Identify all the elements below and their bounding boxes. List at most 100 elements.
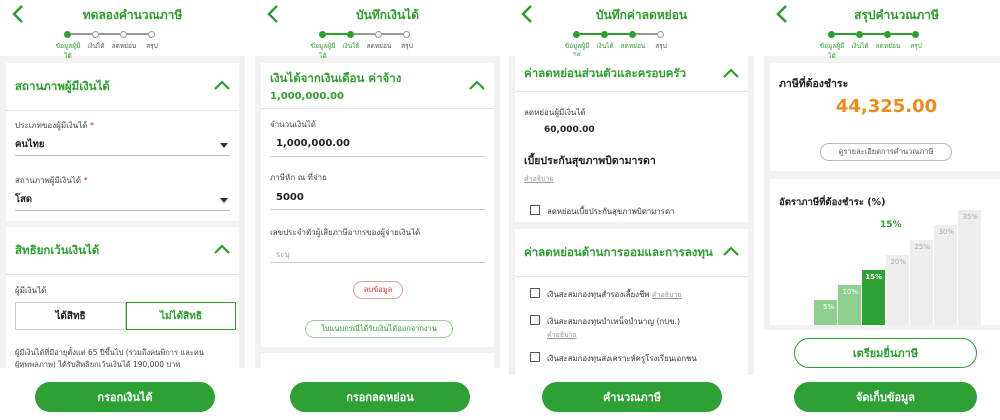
screen-summary: สรุปคำนวณภาษี ข้อมูลผู้มีได้ เงินได้ ลดห… <box>764 0 1000 420</box>
rate-step-label: 30% <box>938 228 954 236</box>
page-title: บันทึกค่าลดหย่อน <box>595 8 688 22</box>
delete-button[interactable]: ลบข้อมูล <box>353 281 403 299</box>
caret-down-icon <box>220 143 228 148</box>
step-dot <box>828 30 835 38</box>
section-header[interactable]: ค่าลดหย่อนด้านการออมและการลงทุน <box>515 229 748 277</box>
provident-fund-label: เงินสะสมกองทุนสำรองเลี้ยงชีพ คำอธิบาย <box>547 290 682 299</box>
screen-income: บันทึกเงินได้ ข้อมูลผู้มีได้ เงินได้ ลดห… <box>255 0 500 420</box>
explain-link[interactable]: คำอธิบาย <box>652 291 682 299</box>
taxid-label: เลขประจำตัวผู้เสียภาษีอากรของผู้จ่ายเงิน… <box>270 228 421 237</box>
step-labels: ข้อมูลผู้มีได้ เงินได้ ลดหย่อน สรุป <box>819 42 922 60</box>
step-labels: ข้อมูลผู้มีได้ เงินได้ ลดหย่อน สรุป <box>310 42 413 60</box>
explain-link[interactable]: คำอธิบาย <box>524 174 554 185</box>
chevron-up-icon[interactable] <box>213 243 231 255</box>
severance-attachment-button[interactable]: ใบแนบกรณีได้รับเงินได้ออกจากงาน <box>305 320 453 338</box>
save-data-button[interactable]: จัดเก็บข้อมูล <box>794 382 977 412</box>
tax-rate-steps-chart: 5% 10% 15% 20% 25% 30% 35% <box>814 210 981 325</box>
rate-step-label: 5% <box>823 303 834 311</box>
page-title: ทดลองคำนวณภาษี <box>82 8 183 22</box>
step-dot <box>884 30 891 38</box>
taxid-input[interactable]: ระบุ <box>276 248 290 261</box>
explain-link[interactable]: คำอธิบาย <box>547 330 577 341</box>
stepper <box>64 30 155 38</box>
header: ทดลองคำนวณภาษี ข้อมูลผู้มีได้ เงินได้ ลด… <box>0 0 245 60</box>
step-dot <box>120 30 127 38</box>
prepare-filing-button[interactable]: เตรียมยื่นภาษี <box>794 338 977 368</box>
rate-step-label: 10% <box>842 288 858 296</box>
step-label: เงินได้ <box>87 42 105 50</box>
section-title: เงินได้จากเงินเดือน ค่าจ้าง <box>270 71 402 85</box>
back-arrow-icon[interactable] <box>262 1 284 27</box>
back-arrow-icon[interactable] <box>771 1 793 27</box>
rate-step-bar <box>934 225 957 325</box>
personal-deduction-value: 60,000.00 <box>544 125 595 135</box>
option-not-eligible[interactable]: ไม่ได้สิทธิ <box>126 302 236 330</box>
chevron-up-icon[interactable] <box>213 79 231 91</box>
chevron-up-icon[interactable] <box>722 245 740 257</box>
stepper <box>828 30 919 38</box>
taxpayer-type-select[interactable]: คนไทย <box>15 134 230 156</box>
status-label: สถานภาพผู้มีเงินได้ * <box>15 176 88 185</box>
enter-income-button[interactable]: กรอกเงินได้ <box>35 382 215 412</box>
header: สรุปคำนวณภาษี ข้อมูลผู้มีได้ เงินได้ ลดห… <box>764 0 1000 60</box>
step-dot <box>375 30 382 38</box>
stepper <box>319 30 410 38</box>
parent-insurance-title: เบี้ยประกันสุขภาพบิดามารดา <box>524 155 656 167</box>
step-dot <box>856 30 863 38</box>
provident-fund-checkbox[interactable] <box>530 288 540 298</box>
section-title: ค่าลดหย่อนด้านการออมและการลงทุน <box>524 244 713 259</box>
step-label: สรุป <box>146 42 158 50</box>
step-dot <box>657 30 664 38</box>
step-dot <box>912 30 919 38</box>
rate-step-label: 15% <box>865 273 882 281</box>
page-title: สรุปคำนวณภาษี <box>854 8 939 22</box>
section-title: สิทธิยกเว้นเงินได้ <box>15 242 100 257</box>
section-header[interactable]: ค่าลดหย่อนส่วนตัวและครอบครัว <box>515 56 748 92</box>
step-dot <box>629 30 636 38</box>
step-dot <box>601 30 608 38</box>
teacher-fund-checkbox[interactable] <box>530 352 540 362</box>
savings-deduction-card: ค่าลดหย่อนด้านการออมและการลงทุน เงินสะสม… <box>515 229 748 379</box>
tax-rate-card: อัตราภาษีที่ต้องชำระ (%) 15% 5% 10% 15% 20%… <box>770 179 1000 325</box>
section-header[interactable]: สถานภาพผู้มีเงินได้ <box>6 63 239 111</box>
header: บันทึกเงินได้ ข้อมูลผู้มีได้ เงินได้ ลดห… <box>255 0 500 60</box>
back-arrow-icon[interactable] <box>516 1 538 27</box>
step-dot <box>573 30 580 38</box>
step-label: ข้อมูลผู้มีได้ <box>55 42 81 60</box>
personal-deduction-label: ลดหย่อนผู้มีเงินได้ <box>524 108 586 117</box>
step-dot <box>347 30 354 38</box>
section-title: สถานภาพผู้มีเงินได้ <box>15 78 110 93</box>
step-dot <box>92 30 99 38</box>
section-header[interactable]: สิทธิยกเว้นเงินได้ <box>6 227 239 275</box>
calculate-tax-button[interactable]: คำนวณภาษี <box>542 382 722 412</box>
enter-deductions-button[interactable]: กรอกลดหย่อน <box>290 382 470 412</box>
step-dot <box>148 30 155 38</box>
header: บันทึกค่าลดหย่อน ข้อมูลผู้มีได้ เงินได้ … <box>509 0 754 60</box>
chevron-up-icon[interactable] <box>722 67 740 79</box>
back-arrow-icon[interactable] <box>7 1 29 27</box>
rate-step-bar <box>958 210 981 325</box>
amount-label: จำนวนเงินได้ <box>270 120 316 129</box>
personal-deduction-card: ค่าลดหย่อนส่วนตัวและครอบครัว ลดหย่อนผู้ม… <box>515 56 748 222</box>
exemption-card: สิทธิยกเว้นเงินได้ ผู้มีเงินได้ ได้สิทธิ… <box>6 227 239 387</box>
wht-input[interactable]: 5000 <box>276 192 304 203</box>
marital-status-select[interactable]: โสด <box>15 189 230 211</box>
option-eligible[interactable]: ได้สิทธิ <box>15 302 126 330</box>
teacher-fund-label: เงินสะสมกองทุนสงเคราะห์ครูโรงเรียนเอกชน <box>547 354 697 363</box>
step-label: ลดหย่อน <box>111 42 137 50</box>
gpf-checkbox[interactable] <box>530 315 540 325</box>
elderly-label: ผู้มีเงินได้ <box>15 286 47 295</box>
wht-label: ภาษีหัก ณ ที่จ่าย <box>270 173 327 182</box>
view-details-button[interactable]: ดูรายละเอียดการคำนวณภาษี <box>820 143 952 161</box>
caret-down-icon <box>220 198 228 203</box>
amount-input[interactable]: 1,000,000.00 <box>276 138 350 149</box>
status-card: สถานภาพผู้มีเงินได้ ประเภทของผู้มีเงินได… <box>6 63 239 221</box>
step-dot <box>403 30 410 38</box>
rate-step-label: 35% <box>962 213 978 221</box>
rate-step-bar <box>910 240 933 325</box>
screen-taxpayer-info: ทดลองคำนวณภาษี ข้อมูลผู้มีได้ เงินได้ ลด… <box>0 0 245 420</box>
parent-insurance-checkbox[interactable] <box>530 205 540 215</box>
chevron-up-icon[interactable] <box>468 79 486 91</box>
step-dot <box>319 30 326 38</box>
type-label: ประเภทของผู้มีเงินได้ * <box>15 121 94 130</box>
